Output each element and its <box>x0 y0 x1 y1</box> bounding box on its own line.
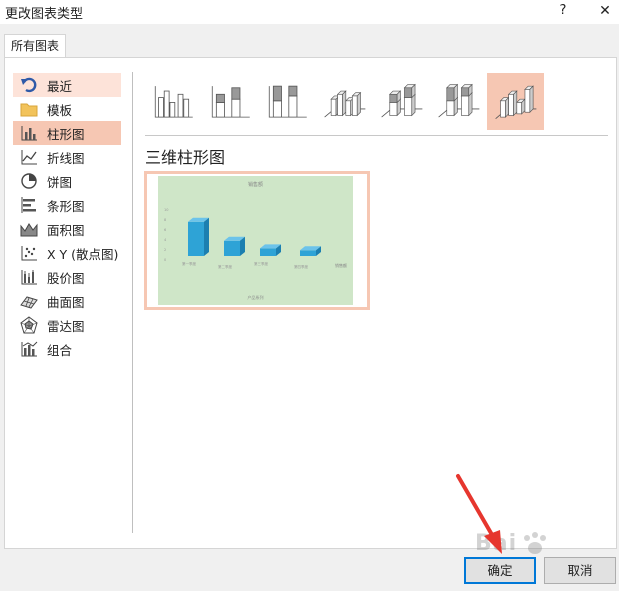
3d-stacked-column-icon <box>380 74 424 129</box>
sidebar-item-8[interactable]: 股价图 <box>13 265 121 289</box>
preview-category-label: 第三季度 <box>254 262 268 266</box>
sidebar-item-label: 折线图 <box>47 150 85 166</box>
sidebar-item-10[interactable]: 雷达图 <box>13 313 121 337</box>
sidebar-item-label: 组合 <box>47 342 73 358</box>
preview-axis-title: 产品系列 <box>247 295 264 300</box>
subtype-3d-clustered-column[interactable] <box>316 73 373 130</box>
subtype-3d-100-stacked-column[interactable] <box>430 73 487 130</box>
annotation-arrow <box>456 474 502 554</box>
3d-column-icon <box>494 74 538 129</box>
line-chart-icon <box>19 147 39 167</box>
close-button[interactable]: ✕ <box>594 2 616 22</box>
sidebar-item-4[interactable]: 饼图 <box>13 169 121 193</box>
sidebar-item-label: X Y (散点图) <box>47 246 119 262</box>
content-panel: 最近模板柱形图折线图饼图条形图面积图 X Y (散点图) 股价图曲面图雷达图组合 三… <box>4 57 617 549</box>
preview-bar <box>260 244 281 256</box>
bar-chart-icon <box>19 195 39 215</box>
cancel-button[interactable]: 取消 <box>544 557 616 584</box>
combo-chart-icon <box>19 339 39 359</box>
tab-all-charts[interactable]: 所有图表 <box>4 34 66 58</box>
subtype-divider <box>145 135 608 136</box>
sidebar-item-3[interactable]: 折线图 <box>13 145 121 169</box>
title-bar: 更改图表类型 ? ✕ <box>0 0 619 24</box>
sidebar-item-label: 模板 <box>47 102 73 118</box>
chart-preview[interactable]: 销售额 10 8 6 4 2 0 第一季度 第二季度 第三季度 第四季度 销售额 产品系列 <box>144 171 370 310</box>
subtype-100-stacked-column[interactable] <box>259 73 316 130</box>
sidebar-item-label: 饼图 <box>47 174 73 190</box>
subtype-stacked-column[interactable] <box>202 73 259 130</box>
sidebar-item-label: 面积图 <box>47 222 85 238</box>
preview-bars <box>188 217 321 256</box>
sidebar-item-label: 最近 <box>47 78 73 94</box>
help-button[interactable]: ? <box>553 2 573 22</box>
pie-chart-icon <box>19 171 39 191</box>
sidebar-item-label: 雷达图 <box>47 318 85 334</box>
preview-legend: 销售额 <box>335 263 347 268</box>
clustered-column-icon <box>152 74 196 129</box>
chart-subtype-title: 三维柱形图 <box>145 148 226 167</box>
sidebar-item-7[interactable]: X Y (散点图) <box>13 241 121 265</box>
stock-chart-icon <box>19 267 39 287</box>
preview-bar <box>188 217 209 256</box>
preview-bar <box>300 246 321 256</box>
preview-category-label: 第二季度 <box>218 265 232 269</box>
sidebar-item-label: 曲面图 <box>47 294 85 310</box>
preview-category-label: 第四季度 <box>294 265 308 269</box>
subtype-3d-stacked-column[interactable] <box>373 73 430 130</box>
preview-chart-area: 销售额 10 8 6 4 2 0 第一季度 第二季度 第三季度 第四季度 销售额 产品系列 <box>158 176 353 305</box>
sidebar-item-label: 柱形图 <box>47 126 85 142</box>
undo-arrow-icon <box>19 75 39 95</box>
sidebar-item-11[interactable]: 组合 <box>13 337 121 361</box>
radar-chart-icon <box>19 315 39 335</box>
scatter-chart-icon <box>19 243 39 263</box>
surface-chart-icon <box>19 291 39 311</box>
chart-subtype-row <box>145 73 544 131</box>
preview-category-label: 第一季度 <box>182 262 196 266</box>
sidebar-item-6[interactable]: 面积图 <box>13 217 121 241</box>
ok-button[interactable]: 确定 <box>464 557 536 584</box>
column-chart-icon <box>19 123 39 143</box>
sidebar-item-9[interactable]: 曲面图 <box>13 289 121 313</box>
sidebar-item-label: 条形图 <box>47 198 85 214</box>
100-stacked-column-icon <box>266 74 310 129</box>
sidebar-item-2[interactable]: 柱形图 <box>13 121 121 145</box>
stacked-column-icon <box>209 74 253 129</box>
sidebar-item-label: 股价图 <box>47 270 85 286</box>
area-chart-icon <box>19 219 39 239</box>
preview-bar <box>224 236 245 256</box>
sidebar-item-1[interactable]: 模板 <box>13 97 121 121</box>
panel-divider <box>132 72 133 533</box>
sidebar-item-0[interactable]: 最近 <box>13 73 121 97</box>
sidebar-item-5[interactable]: 条形图 <box>13 193 121 217</box>
3d-100-stacked-column-icon <box>437 74 481 129</box>
subtype-clustered-column[interactable] <box>145 73 202 130</box>
3d-clustered-column-icon <box>323 74 367 129</box>
window-title: 更改图表类型 <box>5 7 84 22</box>
subtype-3d-column[interactable] <box>487 73 544 130</box>
chart-type-list: 最近模板柱形图折线图饼图条形图面积图 X Y (散点图) 股价图曲面图雷达图组合 <box>13 73 121 361</box>
folder-icon <box>19 99 39 119</box>
